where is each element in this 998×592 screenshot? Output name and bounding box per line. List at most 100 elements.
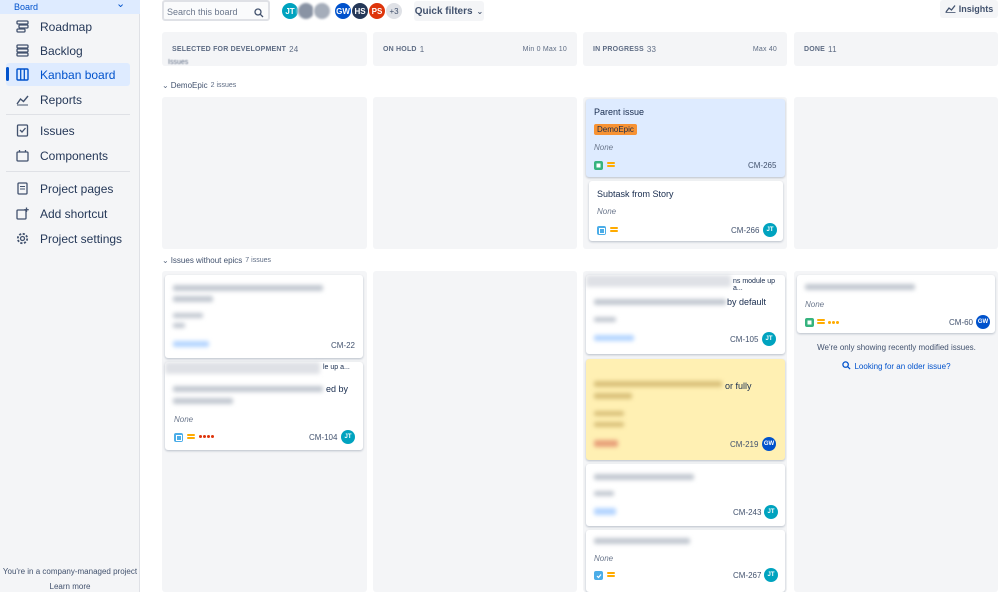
card-partial-header: le up a... — [323, 364, 350, 371]
card-partial-header: ns module up a... — [733, 278, 776, 292]
issue-key[interactable]: CM-267 — [733, 571, 761, 580]
estimate-dots — [828, 321, 839, 324]
sidebar-item-label: Project settings — [40, 231, 123, 246]
sidebar-item-label: Reports — [40, 92, 83, 107]
sidebar-item-project-pages[interactable]: Project pages — [6, 177, 130, 200]
issue-key[interactable]: CM-265 — [748, 161, 776, 170]
sidebar-item-label: Roadmap — [40, 19, 93, 34]
search-input[interactable] — [164, 3, 248, 21]
sidebar-item-label: Backlog — [40, 43, 83, 58]
add-shortcut-icon — [14, 206, 30, 222]
sidebar-item-issues[interactable]: Issues — [6, 119, 130, 142]
issue-key[interactable]: CM-22 — [331, 341, 355, 350]
sidebar-item-backlog[interactable]: Backlog — [6, 39, 130, 62]
column-name: ON HOLD — [383, 45, 417, 53]
card-cm-60[interactable]: None CM-60 GW — [797, 275, 995, 333]
project-board-label: Board — [14, 2, 39, 12]
chevron-down-icon[interactable]: ⌄ — [162, 81, 169, 90]
gear-icon — [14, 231, 30, 247]
sidebar-item-label: Kanban board — [40, 67, 116, 82]
sidebar-item-add-shortcut[interactable]: Add shortcut — [6, 202, 130, 225]
epic-lozenge[interactable]: DemoEpic — [594, 124, 637, 135]
insights-icon — [945, 4, 956, 15]
sidebar-item-reports[interactable]: Reports — [6, 88, 130, 111]
sidebar-item-project-settings[interactable]: Project settings — [6, 227, 130, 250]
blurred-title — [173, 398, 233, 404]
issues-icon — [14, 123, 30, 139]
assignee-avatar[interactable]: JT — [341, 430, 355, 444]
search-icon — [842, 361, 852, 372]
priority-medium-icon — [607, 572, 615, 578]
components-icon — [14, 148, 30, 164]
estimate-dots — [199, 435, 214, 438]
issue-key[interactable]: CM-243 — [733, 508, 761, 517]
assignee-avatar[interactable]: GW — [762, 437, 776, 451]
card-cm-265[interactable]: Parent issue DemoEpic None CM-265 — [586, 99, 785, 177]
issue-key[interactable]: CM-60 — [949, 318, 973, 327]
fix-version: None — [594, 143, 614, 152]
card-cm-219[interactable]: or fully CM-219 GW — [586, 359, 785, 460]
roadmap-icon — [14, 19, 30, 35]
chevron-down-icon[interactable]: ⌄ — [162, 256, 169, 265]
sidebar-item-kanban-board[interactable]: Kanban board — [6, 63, 130, 86]
sidebar-item-label: Components — [40, 148, 109, 163]
backlog-icon — [14, 43, 30, 59]
blurred-header — [586, 275, 731, 287]
assignee-avatar[interactable]: JT — [764, 505, 778, 519]
learn-more-link[interactable]: Learn more — [0, 582, 140, 591]
more-avatars-button[interactable]: +3 — [385, 2, 403, 20]
card-cm-267[interactable]: None CM-267 JT — [586, 530, 785, 592]
issue-key[interactable]: CM-266 — [731, 226, 759, 235]
chevron-down-icon[interactable]: ⌄ — [116, 0, 125, 10]
project-header[interactable]: Board ⌄ — [0, 0, 140, 14]
card-cm-104[interactable]: le up a... ed by None CM-104 JT — [165, 362, 363, 450]
task-icon — [594, 571, 603, 580]
blurred-title — [173, 296, 213, 302]
search-board[interactable] — [162, 0, 270, 21]
column-count: 33 — [646, 44, 657, 54]
assignee-avatar[interactable]: JT — [763, 223, 777, 237]
assignee-avatar[interactable]: GW — [976, 315, 990, 329]
column-cell — [373, 97, 577, 249]
priority-medium-icon — [610, 227, 618, 233]
quick-filters-label: Quick filters — [414, 5, 473, 17]
insights-button[interactable]: Insights — [940, 0, 998, 18]
column-name: SELECTED FOR DEVELOPMENT — [172, 45, 287, 53]
column-name: IN PROGRESS — [593, 45, 644, 53]
column-header-done: DONE 11 — [794, 34, 998, 64]
avatar-filter[interactable] — [313, 2, 331, 20]
card-cm-22[interactable]: CM-22 — [165, 275, 363, 358]
swimlane-count: 2 issues — [210, 82, 237, 89]
column-cell — [794, 97, 998, 249]
avatar-filter[interactable]: GW — [334, 2, 352, 20]
column-header-in-progress: IN PROGRESS 33 Max 40 — [583, 34, 787, 64]
avatar-filter[interactable]: PS — [368, 2, 386, 20]
blurred-title — [594, 299, 726, 305]
blurred-header — [165, 362, 320, 374]
issue-key[interactable]: CM-105 — [730, 335, 758, 344]
insights-label: Insights — [958, 4, 994, 14]
swimlane-header-no-epic[interactable]: ⌄ Issues without epics 7 issues — [162, 256, 271, 265]
avatar-filter[interactable]: HS — [351, 2, 369, 20]
swimlane-name: DemoEpic — [170, 81, 208, 90]
priority-medium-icon — [187, 434, 195, 440]
assignee-avatar[interactable]: JT — [762, 332, 776, 346]
older-issue-link[interactable]: Looking for an older issue? — [795, 361, 998, 372]
blurred-title — [594, 474, 694, 480]
column-name: DONE — [804, 45, 826, 53]
blurred-icons — [173, 341, 209, 347]
card-cm-105[interactable]: ns module up a... by default CM-105 JT — [586, 275, 785, 354]
card-cm-243[interactable]: CM-243 JT — [586, 464, 785, 526]
quick-filters-button[interactable]: Quick filters ⌄ — [414, 1, 484, 21]
blurred-icons — [594, 440, 618, 447]
blurred-field — [173, 313, 203, 318]
sidebar-item-components[interactable]: Components — [6, 144, 130, 167]
issue-key[interactable]: CM-219 — [730, 440, 758, 449]
swimlane-header-demoepic[interactable]: ⌄ DemoEpic 2 issues — [162, 81, 236, 90]
blurred-field — [594, 491, 614, 496]
assignee-avatar[interactable]: JT — [764, 568, 778, 582]
sidebar-item-roadmap[interactable]: Roadmap — [6, 15, 130, 38]
issue-key[interactable]: CM-104 — [309, 433, 337, 442]
card-cm-266[interactable]: Subtask from Story None CM-266 JT — [589, 181, 783, 241]
search-icon[interactable] — [254, 5, 264, 23]
